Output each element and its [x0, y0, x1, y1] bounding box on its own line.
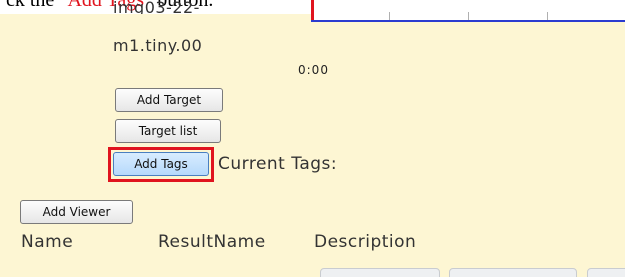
add-target-button[interactable]: Add Target — [115, 88, 223, 112]
column-header-resultname: ResultName — [158, 232, 266, 252]
add-tags-button[interactable]: Add Tags — [113, 152, 209, 176]
row-action-button[interactable] — [587, 268, 625, 277]
current-tags-label: Current Tags: — [218, 154, 338, 174]
file-name-line-2: m1.tiny.00 — [113, 36, 203, 55]
column-header-name: Name — [21, 232, 74, 252]
column-header-description: Description — [314, 232, 417, 252]
instruction-prefix: ck the " — [6, 0, 68, 11]
playback-time: 0:00 — [298, 63, 329, 77]
timeline-playhead[interactable] — [311, 0, 314, 20]
row-action-button[interactable] — [320, 268, 440, 277]
timeline-tick — [468, 12, 469, 20]
timeline-tick — [547, 12, 548, 20]
row-action-button[interactable] — [449, 268, 577, 277]
add-viewer-button[interactable]: Add Viewer — [20, 200, 133, 224]
file-name-line-1: img03-22- — [113, 0, 200, 14]
video-timeline[interactable] — [311, 0, 625, 22]
timeline-tick — [389, 12, 390, 20]
target-list-button[interactable]: Target list — [115, 119, 221, 143]
